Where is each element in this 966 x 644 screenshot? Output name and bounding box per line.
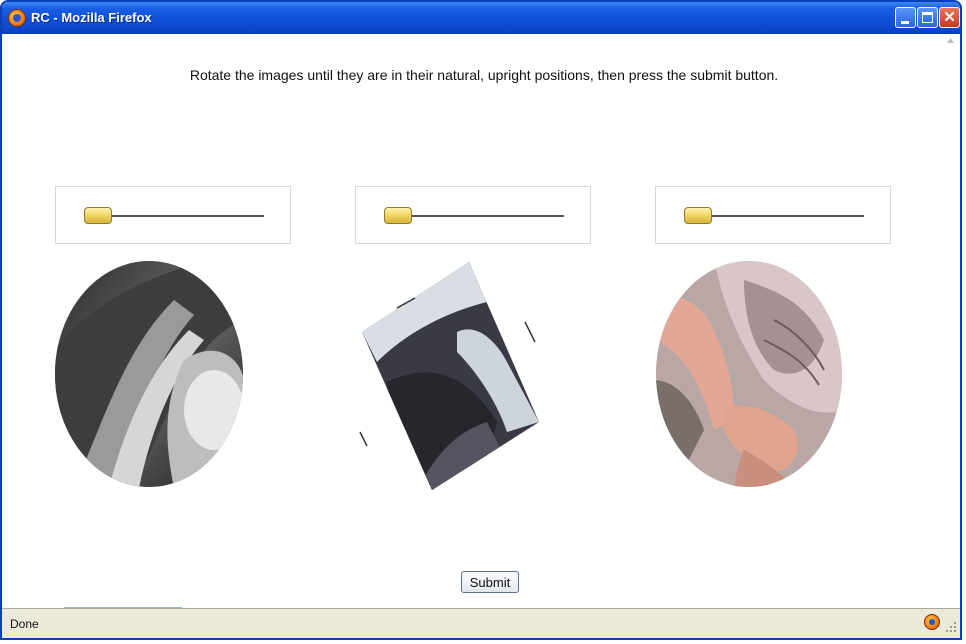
instructions-text: Rotate the images until they are in thei…	[189, 67, 779, 83]
rotated-image-2[interactable]	[357, 262, 542, 490]
firefox-icon	[8, 9, 26, 27]
scroll-up-icon	[947, 38, 954, 43]
title-bar[interactable]: RC - Mozilla Firefox ✕	[2, 2, 960, 34]
slider-thumb[interactable]	[384, 207, 412, 224]
firefox-icon[interactable]	[924, 614, 940, 630]
slider-thumb[interactable]	[84, 207, 112, 224]
minimize-icon	[901, 21, 909, 24]
rotation-slider-2[interactable]	[355, 186, 591, 244]
maximize-icon	[922, 12, 933, 23]
window-title: RC - Mozilla Firefox	[31, 10, 152, 25]
slider-thumb[interactable]	[684, 207, 712, 224]
page-content: Rotate the images until they are in thei…	[2, 34, 960, 608]
rotation-slider-3[interactable]	[655, 186, 891, 244]
resize-grip-icon[interactable]	[945, 619, 957, 633]
slider-track	[86, 215, 264, 217]
maximize-button[interactable]	[917, 7, 938, 28]
slider-track	[686, 215, 864, 217]
status-text: Done	[10, 617, 39, 631]
close-icon: ✕	[943, 9, 956, 26]
status-bar: Done	[2, 608, 960, 638]
browser-window: RC - Mozilla Firefox ✕ Rotate the images…	[0, 0, 962, 640]
slider-track	[386, 215, 564, 217]
minimize-button[interactable]	[895, 7, 916, 28]
rotation-slider-1[interactable]	[55, 186, 291, 244]
rotated-image-3[interactable]	[654, 260, 844, 488]
submit-button[interactable]: Submit	[461, 571, 519, 593]
close-button[interactable]: ✕	[939, 7, 960, 28]
rotated-image-1[interactable]	[54, 260, 244, 488]
